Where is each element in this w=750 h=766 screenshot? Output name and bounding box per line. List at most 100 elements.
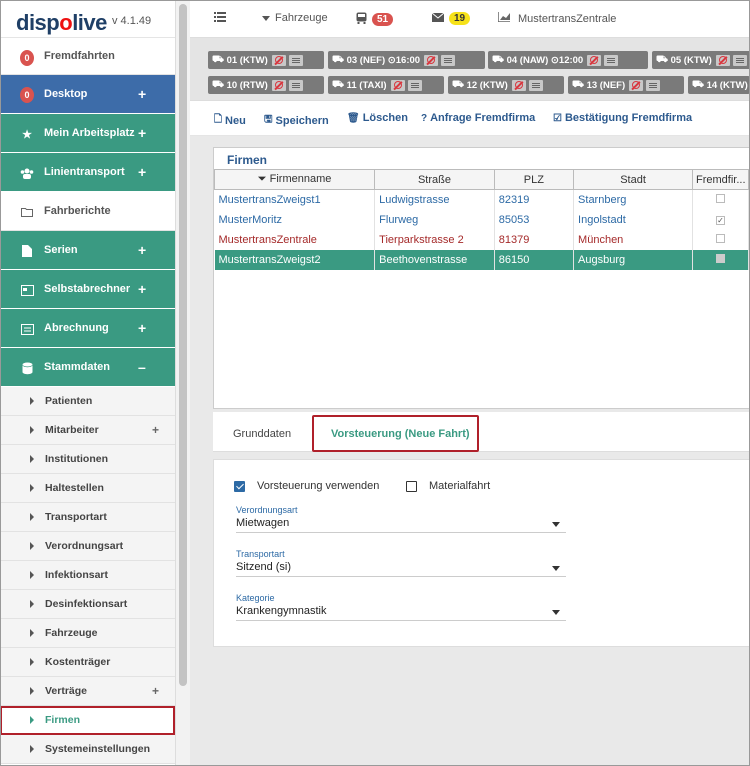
cell: Flurweg bbox=[374, 209, 495, 230]
sidebar-item-desktop[interactable]: 0 Desktop + bbox=[0, 75, 175, 114]
vehicle-11[interactable]: ⛟ 11 (TAXI) bbox=[328, 76, 444, 94]
sidebar-item-abrechnung[interactable]: Abrechnung + bbox=[0, 309, 175, 348]
external-checkbox[interactable] bbox=[716, 193, 725, 203]
external-checkbox[interactable] bbox=[716, 253, 725, 263]
not-available-icon[interactable] bbox=[424, 54, 439, 66]
vehicle-01[interactable]: ⛟ 01 (KTW) bbox=[208, 51, 324, 69]
sidebar-sub-fahrzeuge[interactable]: Fahrzeuge bbox=[0, 619, 175, 648]
sidebar-sub-firmen[interactable]: Firmen bbox=[0, 706, 175, 735]
vehicle-03[interactable]: ⛟ 03 (NEF) ⊙ 16:00 bbox=[328, 51, 485, 69]
tab-grunddaten[interactable]: Grunddaten bbox=[233, 428, 291, 440]
tab-vorsteuerung[interactable]: Vorsteuerung (Neue Fahrt) bbox=[331, 428, 470, 440]
not-available-icon[interactable] bbox=[715, 54, 730, 66]
menu-icon[interactable] bbox=[604, 54, 619, 66]
vehicle-12[interactable]: ⛟ 12 (KTW) bbox=[448, 76, 564, 94]
material-option[interactable]: Materialfahrt bbox=[406, 480, 490, 492]
collapse-icon[interactable]: – bbox=[138, 359, 146, 375]
confirm-external-button[interactable]: ☑ Bestätigung Fremdfirma bbox=[553, 112, 692, 124]
menu-icon[interactable] bbox=[441, 54, 456, 66]
sidebar-sub-kostentraeger[interactable]: Kostenträger bbox=[0, 648, 175, 677]
category-select[interactable]: Krankengymnastik bbox=[236, 605, 566, 621]
expand-icon[interactable]: + bbox=[152, 423, 159, 437]
sidebar-sub-verordnungsart[interactable]: Verordnungsart bbox=[0, 532, 175, 561]
sidebar-sub-infektionsart[interactable]: Infektionsart bbox=[0, 561, 175, 590]
menu-button[interactable] bbox=[214, 12, 226, 25]
filter-icon[interactable]: ⏷ bbox=[258, 173, 270, 185]
sidebar-sub-haltestellen[interactable]: Haltestellen bbox=[0, 474, 175, 503]
expand-icon[interactable]: + bbox=[138, 281, 146, 297]
database-icon bbox=[20, 361, 34, 375]
not-available-icon[interactable] bbox=[271, 79, 286, 91]
bus-counter[interactable]: 51 bbox=[356, 12, 394, 27]
sidebar-item-linientransport[interactable]: Linientransport + bbox=[0, 153, 175, 192]
material-checkbox[interactable] bbox=[406, 480, 417, 492]
sidebar-item-mein-arbeitsplatz[interactable]: ★ Mein Arbeitsplatz + bbox=[0, 114, 175, 153]
company-selector[interactable]: MustertransZentrale bbox=[497, 12, 616, 25]
expand-icon[interactable]: + bbox=[138, 242, 146, 258]
menu-icon[interactable] bbox=[288, 54, 303, 66]
col-header-stadt[interactable]: Stadt bbox=[573, 169, 694, 190]
sidebar-item-stammdaten[interactable]: Stammdaten – bbox=[0, 348, 175, 387]
use-pretax-checkbox[interactable] bbox=[234, 480, 245, 492]
delete-button[interactable]: 🗑 Löschen bbox=[347, 112, 408, 124]
use-pretax-option[interactable]: Vorsteuerung verwenden bbox=[234, 480, 379, 492]
expand-icon[interactable]: + bbox=[152, 684, 159, 698]
vehicle-04[interactable]: ⛟ 04 (NAW) ⊙ 12:00 bbox=[488, 51, 648, 69]
order-type-field[interactable]: Verordnungsart Mietwagen bbox=[236, 505, 566, 533]
menu-icon[interactable] bbox=[407, 79, 422, 91]
sidebar-item-serien[interactable]: Serien + bbox=[0, 231, 175, 270]
not-available-icon[interactable] bbox=[587, 54, 602, 66]
menu-icon[interactable] bbox=[528, 79, 543, 91]
request-external-button[interactable]: ? Anfrage Fremdfirma bbox=[421, 112, 535, 124]
not-available-icon[interactable] bbox=[629, 79, 644, 91]
transport-field[interactable]: Transportart Sitzend (si) bbox=[236, 549, 566, 577]
expand-icon[interactable]: + bbox=[138, 86, 146, 102]
not-available-icon[interactable] bbox=[511, 79, 526, 91]
col-header-firmenname[interactable]: ⏷ Firmenname bbox=[213, 169, 376, 190]
table-row[interactable]: MustertransZweigst1 Ludwigstrasse 82319 … bbox=[214, 189, 749, 210]
mail-counter[interactable]: 19 bbox=[431, 12, 471, 25]
vehicle-05[interactable]: ⛟ 05 (KTW) bbox=[652, 51, 750, 69]
caret-right-icon bbox=[30, 745, 34, 753]
new-button[interactable]: 🗋 Neu bbox=[214, 112, 246, 129]
table-row[interactable]: MustertransZentrale Tierparkstrasse 2 81… bbox=[214, 229, 749, 250]
table-row[interactable]: MusterMoritz Flurweg 85053 Ingolstadt ✓ bbox=[214, 209, 749, 230]
sidebar-scroll-thumb[interactable] bbox=[179, 4, 187, 686]
sidebar-sub-institutionen[interactable]: Institutionen bbox=[0, 445, 175, 474]
vehicle-14[interactable]: ⛟ 14 (KTW) bbox=[688, 76, 750, 94]
sidebar-sub-vertraege[interactable]: Verträge + bbox=[0, 677, 175, 706]
not-available-icon[interactable] bbox=[390, 79, 405, 91]
not-available-icon[interactable] bbox=[271, 54, 286, 66]
sidebar-sub-mitarbeiter[interactable]: Mitarbeiter + bbox=[0, 416, 175, 445]
menu-icon[interactable] bbox=[646, 79, 661, 91]
category-field[interactable]: Kategorie Krankengymnastik bbox=[236, 593, 566, 621]
sidebar-sub-desinfektionsart[interactable]: Desinfektionsart bbox=[0, 590, 175, 619]
sidebar-item-label: Linientransport bbox=[44, 166, 125, 178]
col-header-plz[interactable]: PLZ bbox=[493, 169, 575, 190]
col-header-strasse[interactable]: Straße bbox=[374, 169, 495, 190]
sidebar-sub-transportart[interactable]: Transportart bbox=[0, 503, 175, 532]
sidebar-sub-patienten[interactable]: Patienten bbox=[0, 387, 175, 416]
expand-icon[interactable]: + bbox=[138, 320, 146, 336]
cell: Beethovenstrasse bbox=[374, 249, 495, 270]
save-button[interactable]: 🖫 Speichern bbox=[264, 112, 329, 129]
expand-icon[interactable]: + bbox=[138, 164, 146, 180]
transport-select[interactable]: Sitzend (si) bbox=[236, 561, 566, 577]
external-checkbox[interactable] bbox=[716, 233, 725, 243]
vehicle-10[interactable]: ⛟ 10 (RTW) bbox=[208, 76, 324, 94]
ambulance-icon: ⛟ bbox=[212, 79, 227, 90]
col-header-fremdfirma[interactable]: Fremdfir... bbox=[692, 169, 749, 190]
mail-count-badge: 19 bbox=[449, 12, 471, 25]
menu-icon[interactable] bbox=[732, 54, 747, 66]
order-type-select[interactable]: Mietwagen bbox=[236, 517, 566, 533]
vehicles-dropdown[interactable]: Fahrzeuge bbox=[262, 12, 328, 24]
sidebar-item-selbstabrechner[interactable]: Selbstabrechner + bbox=[0, 270, 175, 309]
expand-icon[interactable]: + bbox=[138, 125, 146, 141]
sidebar-item-fremdfahrten[interactable]: 0 Fremdfahrten bbox=[0, 38, 175, 75]
vehicle-13[interactable]: ⛟ 13 (NEF) bbox=[568, 76, 684, 94]
table-row-selected[interactable]: MustertransZweigst2 Beethovenstrasse 861… bbox=[214, 249, 749, 270]
menu-icon[interactable] bbox=[288, 79, 303, 91]
sidebar-item-fahrberichte[interactable]: Fahrberichte bbox=[0, 192, 175, 231]
external-checkbox-checked[interactable]: ✓ bbox=[716, 215, 725, 225]
sidebar-sub-systemeinstellungen[interactable]: Systemeinstellungen bbox=[0, 735, 175, 764]
